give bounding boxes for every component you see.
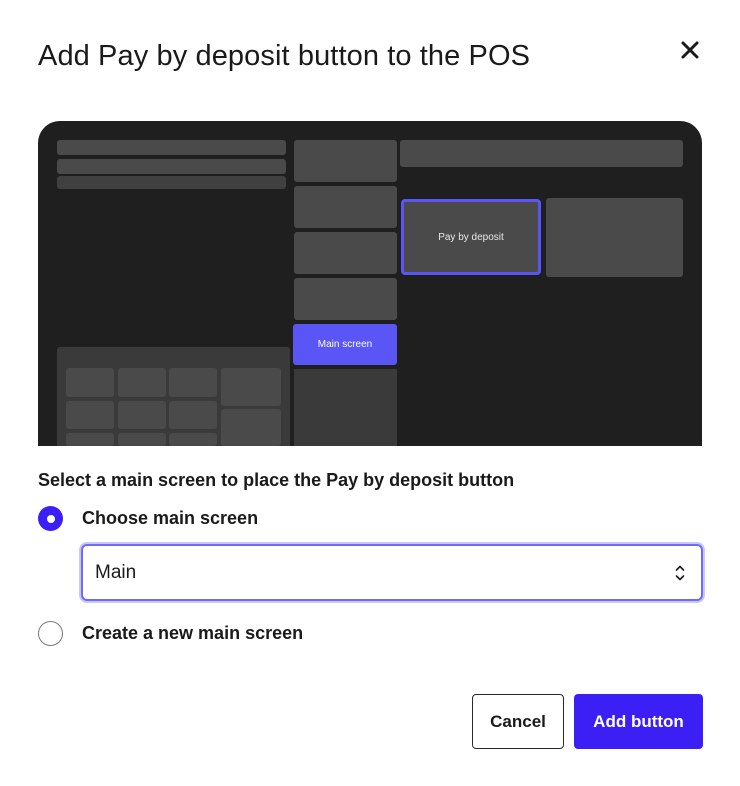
- chevron-up-down-icon: [675, 564, 685, 587]
- preview-pay-by-deposit-tile: Pay by deposit: [401, 199, 541, 275]
- choose-main-screen-label: Choose main screen: [82, 508, 259, 528]
- preview-bar: [400, 140, 683, 167]
- preview-main-screen-tile: Main screen: [293, 324, 397, 365]
- preview-key: [118, 401, 166, 429]
- pos-preview-image: Main screen Pay by deposit: [38, 121, 702, 446]
- preview-column-fill: [294, 369, 397, 446]
- preview-key: [169, 401, 217, 429]
- radio-unchecked[interactable]: [38, 621, 63, 646]
- add-button[interactable]: Add button: [574, 694, 703, 749]
- cancel-button[interactable]: Cancel: [472, 694, 564, 749]
- preview-key: [169, 368, 217, 397]
- preview-key: [66, 368, 114, 397]
- close-button[interactable]: [676, 36, 704, 64]
- preview-key: [118, 433, 166, 446]
- create-main-screen-option[interactable]: Create a new main screen: [38, 621, 303, 646]
- preview-key: [66, 433, 114, 446]
- preview-key: [118, 368, 166, 397]
- add-button-dialog: Add Pay by deposit button to the POS Mai…: [0, 0, 740, 786]
- preview-bar: [57, 176, 286, 189]
- choose-main-screen-option[interactable]: Choose main screen: [38, 506, 258, 531]
- preview-key: [221, 368, 281, 406]
- preview-tile: [294, 186, 397, 228]
- section-label: Select a main screen to place the Pay by…: [38, 470, 515, 490]
- preview-tile: [546, 198, 683, 277]
- preview-key: [221, 409, 281, 446]
- preview-bar: [57, 140, 286, 155]
- main-screen-select-value: Main: [95, 561, 137, 583]
- preview-tile: [294, 232, 397, 274]
- preview-bar: [57, 159, 286, 174]
- preview-tile: [294, 140, 397, 182]
- create-main-screen-label: Create a new main screen: [82, 623, 304, 643]
- preview-tile: [294, 278, 397, 320]
- close-icon: [676, 36, 704, 64]
- radio-checked[interactable]: [38, 506, 63, 531]
- dialog-title: Add Pay by deposit button to the POS: [38, 40, 531, 72]
- main-screen-select[interactable]: Main: [81, 544, 703, 601]
- preview-key: [169, 433, 217, 446]
- preview-key: [66, 401, 114, 429]
